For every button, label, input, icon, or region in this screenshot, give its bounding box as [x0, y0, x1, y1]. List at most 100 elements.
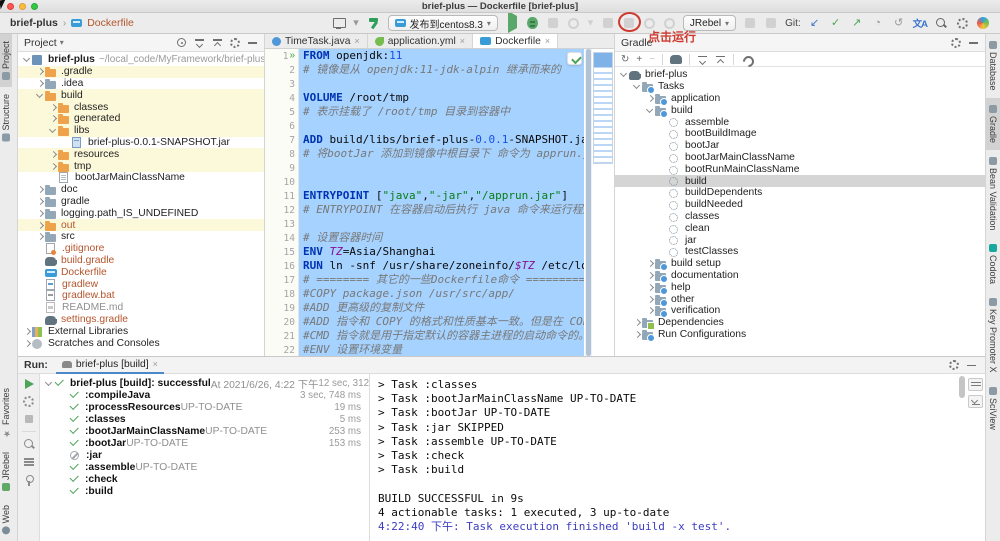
chevron-down-icon[interactable] — [619, 70, 629, 80]
project-tree-item[interactable]: gradlew.bat — [18, 290, 264, 302]
project-tree-item[interactable]: logging.path_IS_UNDEFINED — [18, 207, 264, 219]
gradle-task-item[interactable]: build setup — [615, 258, 985, 270]
gradle-task-item[interactable]: bootRunMainClassName — [615, 163, 985, 175]
gradle-task-item[interactable]: Dependencies — [615, 317, 985, 329]
profiler-button[interactable] — [568, 18, 579, 29]
chevron-down-icon[interactable] — [632, 82, 642, 92]
chevron-down-icon[interactable] — [22, 55, 32, 65]
git-push-button[interactable]: ↗ — [850, 16, 864, 30]
project-tree-item[interactable]: classes — [18, 101, 264, 113]
hide-gradle-panel-button[interactable] — [968, 37, 979, 48]
chevron-right-icon[interactable] — [35, 78, 45, 88]
locate-file-button[interactable] — [176, 37, 187, 48]
gradle-task-item[interactable]: application — [615, 93, 985, 105]
gradle-attach-button[interactable]: + — [636, 53, 642, 66]
chevron-right-icon[interactable] — [35, 185, 45, 195]
hide-panel-button[interactable] — [247, 37, 258, 48]
collapse-all-button[interactable] — [212, 37, 223, 48]
capture-memory-button[interactable] — [664, 18, 675, 29]
editor-code-area[interactable]: FROM openjdk:11# 镜像是从 openjdk:11-jdk-alp… — [299, 49, 584, 356]
history-button[interactable]: ◔ — [871, 16, 885, 30]
chevron-right-icon[interactable] — [632, 318, 642, 328]
chevron-down-icon[interactable] — [35, 90, 45, 100]
chevron-right-icon[interactable] — [645, 294, 655, 304]
execute-gradle-task-button[interactable] — [670, 55, 682, 64]
project-tree-item[interactable]: Scratches and Consoles — [18, 337, 264, 349]
gradle-task-item[interactable]: assemble — [615, 116, 985, 128]
rollback-button[interactable]: ↺ — [892, 16, 906, 30]
project-tree-item[interactable]: doc — [18, 184, 264, 196]
project-tree-item[interactable]: External Libraries — [18, 325, 264, 337]
project-tree-item[interactable]: Dockerfile — [18, 266, 264, 278]
gradle-task-item[interactable]: build — [615, 175, 985, 187]
gradle-task-item[interactable]: buildNeeded — [615, 199, 985, 211]
project-tree-item[interactable]: src — [18, 231, 264, 243]
tool-strip-item-bean-validation[interactable]: Bean Validation — [986, 150, 1000, 237]
chevron-down-icon[interactable] — [48, 126, 58, 136]
chevron-right-icon[interactable] — [22, 338, 32, 348]
tool-strip-item-codota[interactable]: Codota — [986, 237, 1000, 291]
chevron-down-icon[interactable] — [645, 105, 655, 115]
project-settings-icon[interactable] — [230, 38, 240, 48]
chevron-right-icon[interactable] — [35, 220, 45, 230]
project-tree-item[interactable]: .gitignore — [18, 243, 264, 255]
project-panel-title[interactable]: Project — [24, 37, 57, 49]
project-tree-item[interactable]: tmp — [18, 160, 264, 172]
tool-strip-item-key-promoter-x[interactable]: Key Promoter X — [986, 291, 1000, 380]
chevron-down-icon[interactable] — [44, 378, 54, 388]
translate-button[interactable]: 文A — [913, 16, 927, 30]
soft-wrap-button[interactable] — [968, 378, 983, 391]
chevron-right-icon[interactable] — [48, 114, 58, 124]
project-tree-item[interactable]: gradlew — [18, 278, 264, 290]
deployment-config-icon[interactable] — [332, 16, 346, 30]
chevron-right-icon[interactable] — [645, 93, 655, 103]
run-configuration-select[interactable]: 发布到centos8.3 ▾ — [388, 15, 498, 31]
tool-strip-item-gradle[interactable]: Gradle — [986, 98, 1000, 150]
gradle-task-item[interactable]: jar — [615, 234, 985, 246]
build-result-item[interactable]: :compileJava3 sec, 748 ms — [40, 389, 369, 401]
tool-strip-item-favorites[interactable]: ★Favorites — [0, 381, 12, 445]
gradle-task-item[interactable]: documentation — [615, 270, 985, 282]
project-tree-item[interactable]: out — [18, 219, 264, 231]
build-result-item[interactable]: :jar — [40, 449, 369, 461]
gradle-collapse-all-button[interactable] — [715, 54, 726, 65]
chevron-right-icon[interactable] — [645, 282, 655, 292]
search-everywhere-button[interactable] — [934, 16, 948, 30]
capture-snapshot-button[interactable] — [644, 18, 655, 29]
gradle-refresh-button[interactable]: ↻ — [621, 53, 629, 66]
tool-strip-item-jrebel[interactable]: JRebel — [0, 445, 12, 498]
rerun-build-button[interactable] — [23, 378, 35, 390]
editor-tab-timetask-java[interactable]: TimeTask.java× — [265, 34, 368, 48]
profiler-dropdown-icon[interactable]: ▾ — [587, 16, 594, 30]
gradle-settings-icon[interactable] — [951, 38, 961, 48]
editor-tab-dockerfile[interactable]: Dockerfile× — [473, 34, 558, 48]
chevron-right-icon[interactable] — [48, 149, 58, 159]
scroll-to-end-button[interactable] — [968, 395, 983, 408]
project-tree-item[interactable]: build.gradle — [18, 255, 264, 267]
project-tree-item[interactable]: .gradle — [18, 66, 264, 78]
gradle-task-item[interactable]: buildDependents — [615, 187, 985, 199]
deployment-dropdown-icon[interactable]: ▾ — [353, 16, 360, 30]
gradle-expand-all-button[interactable] — [697, 54, 708, 65]
git-update-button[interactable]: ↙ — [808, 16, 822, 30]
chevron-right-icon[interactable] — [645, 306, 655, 316]
chevron-down-icon[interactable]: ▾ — [60, 38, 64, 47]
editor-body[interactable]: 1»2345678910111213141516171819202122 FRO… — [265, 49, 614, 356]
git-commit-button[interactable]: ✓ — [829, 16, 843, 30]
project-tree-item[interactable]: README.md — [18, 302, 264, 314]
search-output-button[interactable] — [23, 438, 35, 450]
build-result-item[interactable]: :classes5 ms — [40, 413, 369, 425]
close-icon[interactable]: × — [460, 36, 465, 46]
chevron-right-icon[interactable] — [632, 329, 642, 339]
build-result-item[interactable]: :assemble UP-TO-DATE — [40, 461, 369, 473]
gradle-task-item[interactable]: bootJarMainClassName — [615, 152, 985, 164]
editor-tab-application-yml[interactable]: application.yml× — [368, 34, 473, 48]
close-icon[interactable]: × — [153, 359, 158, 369]
build-result-item[interactable]: :check — [40, 473, 369, 485]
project-tree-item[interactable]: .idea — [18, 78, 264, 90]
coverage-button[interactable] — [548, 18, 558, 28]
project-tree-item[interactable]: resources — [18, 148, 264, 160]
chevron-right-icon[interactable] — [35, 67, 45, 77]
chevron-right-icon[interactable] — [35, 208, 45, 218]
editor-scrollbar-thumb[interactable] — [586, 49, 591, 356]
